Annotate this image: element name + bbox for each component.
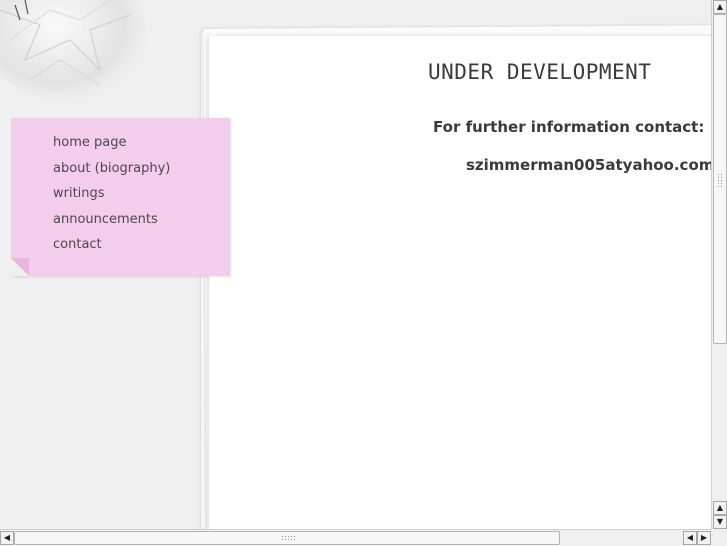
page-viewport: UNDER DEVELOPMENT For further informatio… — [0, 0, 711, 529]
arrow-down-icon: ▼ — [716, 517, 724, 526]
nav-item-contact[interactable]: contact — [53, 235, 170, 261]
arrow-up-icon: ▲ — [716, 503, 724, 512]
nav-item-home-page[interactable]: home page — [53, 133, 170, 159]
scroll-left-button-right[interactable]: ◀ — [683, 531, 697, 545]
nav-item-announcements[interactable]: announcements — [53, 210, 170, 236]
vertical-scroll-thumb[interactable] — [713, 14, 727, 344]
arrow-left-icon: ◀ — [686, 533, 694, 542]
arrow-up-icon: ▲ — [716, 2, 724, 11]
scroll-up-button[interactable]: ▲ — [713, 0, 727, 14]
note-curl-corner — [11, 258, 29, 276]
grip-icon — [717, 173, 724, 187]
nav-item-writings[interactable]: writings — [53, 184, 170, 210]
main-paper-sheet — [209, 36, 711, 529]
vertical-scrollbar[interactable]: ▲ ▲ ▼ — [711, 0, 727, 529]
scrollbar-corner — [711, 529, 727, 545]
arrow-right-icon: ▶ — [700, 533, 708, 542]
arrow-left-icon: ◀ — [3, 533, 11, 542]
contact-intro-text: For further information contact: — [433, 118, 705, 136]
grip-icon — [281, 535, 295, 542]
horizontal-scroll-thumb[interactable] — [14, 531, 560, 545]
scroll-up-button-lower[interactable]: ▲ — [713, 501, 727, 515]
scroll-right-button[interactable]: ▶ — [697, 531, 711, 545]
contact-email: szimmerman005atyahoo.com — [466, 156, 711, 174]
nav-menu: home page about (biography) writings ann… — [53, 133, 170, 261]
sticky-note-nav: home page about (biography) writings ann… — [11, 118, 230, 276]
crumpled-paper-decoration — [0, 0, 147, 102]
nav-item-about[interactable]: about (biography) — [53, 159, 170, 185]
scroll-down-button[interactable]: ▼ — [713, 515, 727, 529]
horizontal-scrollbar[interactable]: ◀ ◀ ▶ — [0, 529, 711, 546]
page-title: UNDER DEVELOPMENT — [428, 60, 652, 84]
scroll-left-button[interactable]: ◀ — [0, 531, 14, 545]
